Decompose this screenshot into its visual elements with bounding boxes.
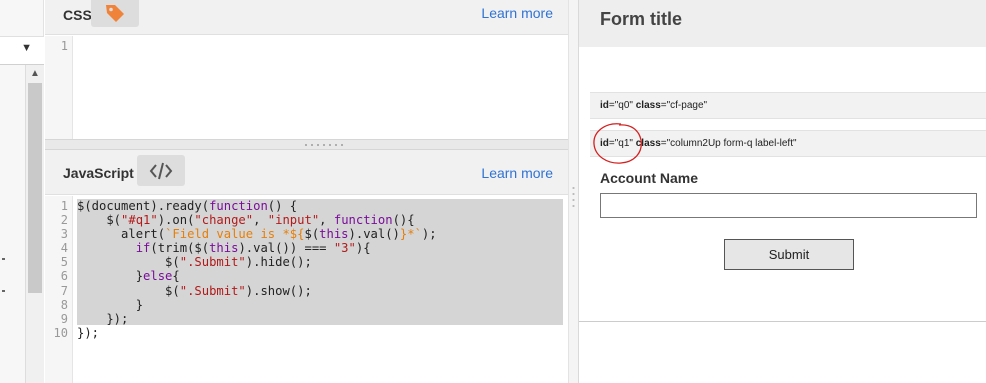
code-token: if bbox=[135, 241, 151, 256]
line-number: 7 bbox=[60, 283, 68, 298]
code-token: }); bbox=[77, 311, 129, 326]
code-line: if(trim($(this).val()) === "3"){ bbox=[77, 241, 563, 255]
account-name-input[interactable] bbox=[600, 193, 977, 218]
class-attr-label: class bbox=[635, 100, 661, 111]
code-token: , bbox=[319, 213, 334, 228]
form-bottom-divider bbox=[579, 321, 986, 322]
code-token: ).hide(); bbox=[245, 255, 312, 270]
code-token: "#q1" bbox=[121, 213, 158, 228]
chevron-up-icon[interactable]: ▲ bbox=[26, 65, 44, 83]
id-attr-value: ="q0" bbox=[608, 100, 636, 111]
caret-down-icon[interactable]: ▼ bbox=[21, 42, 32, 54]
line-number: 5 bbox=[60, 255, 68, 270]
code-token: else bbox=[143, 269, 173, 284]
code-token: (trim($( bbox=[150, 241, 210, 256]
code-line: alert(`Field value is *${$(this).val()}*… bbox=[77, 227, 563, 241]
form-header: Form title bbox=[579, 0, 986, 47]
line-number: 3 bbox=[60, 227, 68, 242]
code-token: ".Submit" bbox=[179, 255, 246, 270]
code-token: { bbox=[172, 269, 180, 284]
line-number: 1 bbox=[60, 39, 68, 53]
code-line: $("#q1").on("change", "input", function(… bbox=[77, 213, 563, 227]
css-line-gutter: 1 bbox=[45, 36, 73, 139]
bullet-dot bbox=[2, 290, 5, 292]
left-sidebar: ▼ ▲ bbox=[0, 0, 44, 383]
code-token: } bbox=[77, 269, 144, 284]
code-line: $(".Submit").show(); bbox=[77, 284, 563, 298]
code-token: ){ bbox=[355, 241, 371, 256]
scrollbar-thumb[interactable] bbox=[28, 83, 42, 293]
code-line: } bbox=[77, 298, 563, 312]
code-token: function bbox=[209, 199, 268, 213]
code-token: } bbox=[77, 297, 144, 312]
css-tag-button[interactable] bbox=[91, 0, 139, 27]
code-token: $( bbox=[77, 283, 180, 298]
code-token: ).show(); bbox=[245, 283, 312, 298]
code-token: function bbox=[333, 213, 393, 228]
submit-button[interactable]: Submit bbox=[724, 239, 854, 270]
code-token: $( bbox=[77, 213, 122, 228]
line-number: 9 bbox=[60, 311, 68, 326]
code-token: `Field value is *${ bbox=[165, 227, 305, 242]
page-info-bar: id="q0" class="cf-page" bbox=[590, 92, 986, 119]
code-token: this bbox=[209, 241, 239, 256]
line-number: 8 bbox=[60, 297, 68, 312]
code-token: ".Submit" bbox=[179, 283, 246, 298]
code-token: , bbox=[253, 213, 268, 228]
code-line: }else{ bbox=[77, 269, 563, 283]
line-number: 2 bbox=[60, 213, 68, 228]
code-token: (){ bbox=[392, 213, 415, 228]
code-token: }*` bbox=[399, 227, 422, 242]
line-number: 4 bbox=[60, 241, 68, 256]
account-name-label: Account Name bbox=[600, 170, 699, 186]
css-panel-title: CSS bbox=[63, 7, 92, 23]
code-token: alert( bbox=[77, 227, 166, 242]
question-info-bar: id="q1" class="column2Up form-q label-le… bbox=[590, 130, 986, 157]
js-panel-header: JavaScript Learn more bbox=[45, 150, 568, 195]
js-learn-more-link[interactable]: Learn more bbox=[481, 165, 553, 181]
class-attr-value: ="cf-page" bbox=[660, 100, 708, 111]
code-token: "input" bbox=[267, 213, 320, 228]
code-token: $(document).ready( bbox=[77, 199, 210, 213]
tag-icon bbox=[106, 4, 124, 22]
code-token: ).val()) === bbox=[238, 241, 334, 256]
js-code-button[interactable] bbox=[137, 155, 185, 186]
css-panel-header: CSS Learn more bbox=[45, 0, 568, 35]
code-line: $(".Submit").hide(); bbox=[77, 255, 563, 269]
css-code-area[interactable] bbox=[74, 36, 568, 139]
js-line-gutter: 1 2 3 4 5 6 7 8 9 10 bbox=[45, 196, 73, 383]
code-line: }); bbox=[77, 312, 563, 326]
js-panel-title: JavaScript bbox=[63, 165, 134, 181]
panel-resize-handle[interactable] bbox=[45, 139, 568, 150]
class-attr-value: ="column2Up form-q label-left" bbox=[660, 138, 797, 149]
editor-column: CSS Learn more 1 JavaScript Learn more 1… bbox=[45, 0, 568, 383]
css-learn-more-link[interactable]: Learn more bbox=[481, 5, 553, 21]
scrollbar[interactable]: ▲ bbox=[25, 65, 44, 383]
form-preview: Form title id="q0" class="cf-page" id="q… bbox=[578, 0, 986, 383]
annotation-circle bbox=[593, 123, 642, 164]
code-token: ); bbox=[421, 227, 437, 242]
js-code-area[interactable]: $(document).ready(function() { $("#q1").… bbox=[77, 199, 563, 340]
id-attr-label: id bbox=[600, 100, 609, 111]
code-token: $( bbox=[304, 227, 320, 242]
pane-splitter[interactable] bbox=[568, 0, 578, 383]
code-token: () { bbox=[267, 199, 298, 213]
code-token: this bbox=[319, 227, 349, 242]
code-icon bbox=[149, 162, 173, 179]
code-token: ).val() bbox=[348, 227, 400, 242]
code-line: }); bbox=[77, 326, 563, 340]
form-title: Form title bbox=[600, 9, 683, 29]
dropdown[interactable]: ▼ bbox=[0, 36, 44, 65]
line-number: 1 bbox=[60, 199, 68, 213]
code-token: $( bbox=[77, 255, 180, 270]
line-number: 10 bbox=[53, 325, 68, 340]
code-token: ).on( bbox=[157, 213, 195, 228]
code-token: "change" bbox=[194, 213, 254, 228]
code-token: "3" bbox=[333, 241, 356, 256]
code-line: $(document).ready(function() { bbox=[77, 199, 563, 213]
line-number: 6 bbox=[60, 269, 68, 284]
code-token: }); bbox=[77, 325, 100, 340]
bullet-dot bbox=[2, 258, 5, 260]
